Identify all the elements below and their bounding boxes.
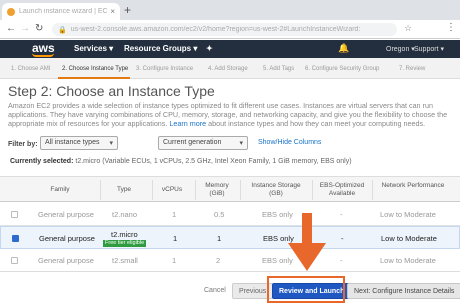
generation-filter-value: Current generation	[163, 139, 222, 146]
header-vcpus[interactable]: vCPUs	[155, 186, 189, 194]
annotation-highlight-box	[267, 276, 345, 303]
wizard-steps: 1. Choose AMI 2. Choose Instance Type 3.…	[0, 58, 460, 79]
new-tab-button[interactable]: +	[124, 3, 131, 17]
cell-ebs: -	[340, 210, 343, 219]
wizard-footer: Cancel Previous Review and Launch Next: …	[0, 271, 460, 307]
cell-network: Low to Moderate	[380, 256, 436, 265]
kebab-menu-icon[interactable]: ⋮	[446, 22, 456, 33]
column-divider	[152, 180, 153, 200]
step-configure-security-group[interactable]: 6. Configure Security Group	[305, 66, 379, 72]
active-step-indicator	[58, 77, 130, 79]
row-radio-checked[interactable]	[12, 235, 19, 242]
down-arrow-icon	[288, 213, 326, 271]
page-description: Amazon EC2 provides a wide selection of …	[8, 101, 456, 128]
learn-more-link[interactable]: Learn more	[169, 119, 206, 128]
cell-type: t2.micro	[111, 230, 138, 239]
cell-family: General purpose	[39, 234, 95, 243]
resource-groups-menu[interactable]: Resource Groups ▾	[124, 44, 197, 53]
currently-selected: Currently selected: t2.micro (Variable E…	[10, 158, 352, 165]
cell-network: Low to Moderate	[380, 210, 436, 219]
chevron-down-icon: ▾	[109, 140, 113, 147]
support-menu[interactable]: Support ▾	[414, 45, 444, 53]
cell-type: t2.nano	[112, 210, 138, 219]
header-ebs-optimized[interactable]: EBS-Optimized Available	[316, 182, 368, 198]
filter-label: Filter by:	[8, 141, 38, 148]
row-radio[interactable]	[11, 211, 18, 218]
instance-type-filter[interactable]: All instance types ▾	[40, 136, 118, 150]
column-divider	[312, 180, 313, 200]
cancel-button[interactable]: Cancel	[198, 283, 232, 299]
cell-ebs: -	[341, 234, 344, 243]
services-menu[interactable]: Services ▾	[74, 44, 113, 53]
cell-ebs: -	[340, 256, 343, 265]
table-row[interactable]: General purpose t2.small 1 2 EBS only - …	[0, 249, 460, 271]
url-input[interactable]: 🔒 us-west-2.console.aws.amazon.com/ec2/v…	[52, 23, 397, 36]
column-divider	[100, 180, 101, 200]
step-add-tags[interactable]: 5. Add Tags	[263, 66, 294, 72]
instance-type-table: Family Type vCPUs Memory (GiB) Instance …	[0, 176, 460, 271]
chevron-down-icon: ▾	[239, 140, 243, 147]
browser-tab-strip: Launch instance wizard | EC2 M × +	[0, 0, 460, 20]
tab-title: Launch instance wizard | EC2 M	[19, 8, 108, 15]
cell-family: General purpose	[38, 256, 94, 265]
region-menu[interactable]: Oregon ▾	[386, 45, 415, 53]
support-label: Support	[414, 46, 439, 53]
description-tail: about instance types and how they can me…	[208, 119, 426, 128]
cell-vcpus: 1	[172, 210, 177, 219]
lock-icon: 🔒	[58, 26, 67, 34]
forward-icon[interactable]: →	[20, 23, 30, 34]
cell-memory: 2	[216, 256, 221, 265]
browser-tab[interactable]: Launch instance wizard | EC2 M ×	[2, 3, 120, 20]
column-divider	[240, 180, 241, 200]
tab-close-icon[interactable]: ×	[110, 7, 115, 16]
table-row[interactable]: General purpose t2.nano 1 0.5 EBS only -…	[0, 203, 460, 226]
favicon-icon	[7, 7, 15, 16]
show-hide-columns-link[interactable]: Show/Hide Columns	[258, 139, 321, 146]
cell-memory: 0.5	[214, 210, 225, 219]
cell-type: t2.small	[112, 256, 138, 265]
url-text: us-west-2.console.aws.amazon.com/ec2/v2/…	[70, 26, 361, 33]
cell-vcpus: 1	[172, 256, 177, 265]
column-divider	[372, 180, 373, 200]
table-row-selected[interactable]: General purpose t2.micro Free tier eligi…	[0, 226, 460, 249]
reload-icon[interactable]: ↻	[35, 23, 43, 34]
next-configure-instance-details-button[interactable]: Next: Configure Instance Details	[347, 283, 460, 299]
table-header: Family Type vCPUs Memory (GiB) Instance …	[0, 176, 460, 202]
column-divider	[195, 180, 196, 200]
header-family[interactable]: Family	[40, 186, 80, 194]
page-title: Step 2: Choose an Instance Type	[8, 83, 215, 99]
cell-network: Low to Moderate	[381, 234, 437, 243]
step-choose-ami[interactable]: 1. Choose AMI	[11, 66, 50, 72]
star-icon[interactable]: ☆	[404, 23, 412, 34]
pin-icon[interactable]: ✦	[206, 44, 213, 53]
free-tier-badge: Free tier eligible	[103, 240, 147, 247]
header-network-performance[interactable]: Network Performance	[378, 182, 448, 190]
instance-type-filter-value: All instance types	[45, 139, 100, 146]
aws-console-nav: aws Services ▾ Resource Groups ▾ ✦ 🔔 Ore…	[0, 40, 460, 58]
cell-family: General purpose	[38, 210, 94, 219]
cell-memory: 1	[217, 234, 222, 243]
aws-smile-logo	[32, 53, 54, 57]
currently-selected-value: t2.micro (Variable ECUs, 1 vCPUs, 2.5 GH…	[75, 158, 352, 165]
row-radio[interactable]	[11, 257, 18, 264]
cell-vcpus: 1	[173, 234, 178, 243]
step-review[interactable]: 7. Review	[399, 66, 425, 72]
header-instance-storage[interactable]: Instance Storage (GB)	[244, 182, 308, 198]
generation-filter[interactable]: Current generation ▾	[158, 136, 248, 150]
header-memory[interactable]: Memory (GiB)	[200, 182, 234, 198]
step-choose-instance-type[interactable]: 2. Choose Instance Type	[62, 66, 128, 72]
address-bar: ← → ↻ 🔒 us-west-2.console.aws.amazon.com…	[0, 20, 460, 39]
services-label: Services	[74, 44, 107, 53]
step-configure-instance[interactable]: 3. Configure Instance	[136, 66, 193, 72]
resource-groups-label: Resource Groups	[124, 44, 192, 53]
region-label: Oregon	[386, 46, 410, 53]
step-add-storage[interactable]: 4. Add Storage	[208, 66, 248, 72]
header-type[interactable]: Type	[104, 186, 144, 194]
bell-icon[interactable]: 🔔	[338, 43, 349, 54]
currently-selected-label: Currently selected:	[10, 158, 74, 165]
back-icon[interactable]: ←	[6, 23, 16, 34]
